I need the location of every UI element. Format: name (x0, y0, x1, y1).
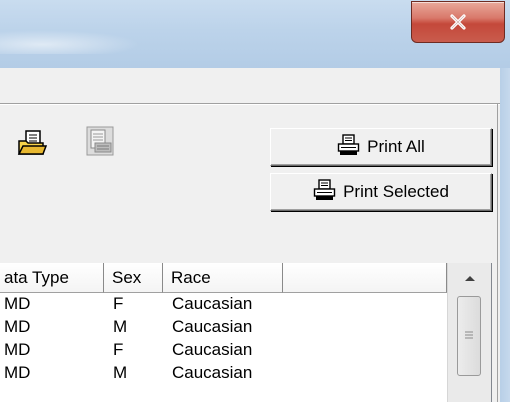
cell-data-type: MD (4, 363, 31, 382)
cell-sex: F (113, 294, 124, 313)
cell-sex: M (113, 317, 128, 336)
table-row[interactable]: MD M Caucasian (0, 316, 447, 338)
tab-panel-right-border (497, 104, 498, 402)
tab-panel-top-highlight (0, 104, 500, 105)
column-header-data-type[interactable]: ata Type (0, 263, 104, 293)
records-list[interactable]: ata Type Sex Race MD F Caucasian MD M Ca… (0, 263, 492, 402)
print-preview-icon (83, 125, 117, 162)
table-row[interactable]: MD F Caucasian (0, 339, 447, 361)
table-row[interactable]: MD F Caucasian (0, 293, 447, 315)
cell-race: Caucasian (172, 363, 253, 382)
print-all-button[interactable]: Print All (270, 128, 492, 166)
column-header-empty[interactable] (283, 263, 447, 293)
cell-race: Caucasian (172, 340, 253, 359)
print-all-label: Print All (367, 137, 425, 156)
close-icon (449, 14, 467, 30)
column-header-sex[interactable]: Sex (104, 263, 163, 293)
open-button[interactable] (12, 126, 52, 164)
cell-data-type: MD (4, 340, 31, 359)
cell-race: Caucasian (172, 317, 253, 336)
scroll-up-button[interactable] (448, 263, 491, 293)
grip-icon (464, 327, 474, 345)
print-selected-label: Print Selected (343, 182, 449, 201)
preview-button[interactable] (80, 124, 120, 162)
print-selected-button[interactable]: Print Selected (270, 173, 492, 211)
table-row[interactable]: MD M Caucasian (0, 362, 447, 402)
window-border-right (500, 68, 510, 402)
vertical-scrollbar[interactable] (447, 263, 491, 402)
open-folder-icon (17, 129, 48, 162)
cell-sex: F (113, 340, 124, 359)
printer-icon (313, 178, 343, 206)
chevron-up-icon (464, 269, 476, 287)
close-button[interactable] (411, 1, 505, 43)
window-titlebar (0, 0, 510, 68)
cell-sex: M (113, 363, 128, 382)
printer-icon (337, 133, 367, 161)
titlebar-glare (0, 30, 140, 54)
column-header-race[interactable]: Race (163, 263, 283, 293)
cell-data-type: MD (4, 317, 31, 336)
cell-data-type: MD (4, 294, 31, 313)
scroll-thumb[interactable] (457, 296, 481, 376)
cell-race: Caucasian (172, 294, 253, 313)
